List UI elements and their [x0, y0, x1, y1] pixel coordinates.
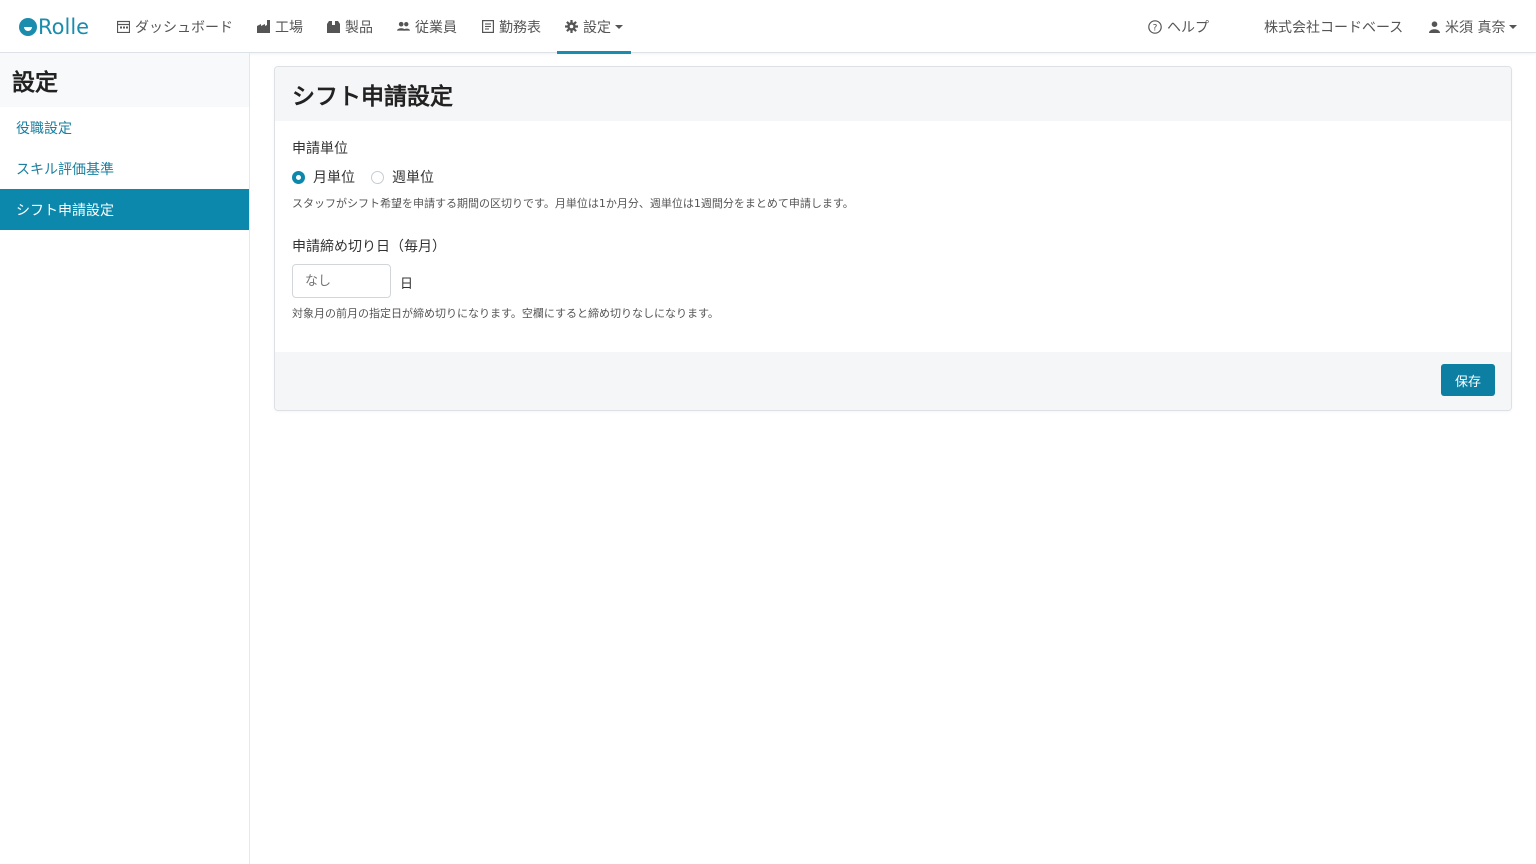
- sidebar-item-label: シフト申請設定: [16, 202, 114, 219]
- nav-dashboard[interactable]: ダッシュボード: [117, 0, 233, 53]
- help-label: ヘルプ: [1167, 19, 1209, 36]
- nav-schedule[interactable]: 勤務表: [481, 0, 541, 53]
- unit-help-text: スタッフがシフト希望を申請する期間の区切りです。月単位は1か月分、週単位は1週間…: [292, 197, 854, 210]
- sidebar-item-skill-criteria[interactable]: スキル評価基準: [0, 148, 249, 189]
- sidebar-item-label: スキル評価基準: [16, 161, 114, 178]
- nav-dashboard-label: ダッシュボード: [135, 19, 233, 36]
- nav-products[interactable]: 製品: [327, 0, 373, 53]
- document-icon: [481, 20, 494, 33]
- gear-icon: [565, 20, 578, 33]
- unit-label: 申請単位: [292, 141, 348, 157]
- user-menu[interactable]: 米須 真奈: [1428, 0, 1518, 53]
- nav-employees-label: 従業員: [415, 19, 457, 36]
- brand-logo[interactable]: Rolle: [19, 14, 89, 40]
- sidebar-title: 設定: [0, 53, 249, 107]
- nav-factory[interactable]: 工場: [257, 0, 303, 53]
- top-navbar: Rolle ダッシュボード 工場 製品 従業員 勤務表 設定 ? ヘルプ 株式会…: [0, 0, 1536, 54]
- radio-weekly-label[interactable]: 週単位: [392, 167, 434, 187]
- deadline-help-text: 対象月の前月の指定日が締め切りになります。空欄にすると締め切りなしになります。: [292, 307, 719, 320]
- settings-card: シフト申請設定 申請単位 月単位 週単位 スタッフがシフト希望を申請する期間の区…: [274, 66, 1512, 411]
- brand-name: Rolle: [38, 15, 90, 39]
- user-icon: [1428, 20, 1440, 33]
- calendar-icon: [117, 20, 130, 33]
- radio-monthly-label[interactable]: 月単位: [313, 167, 355, 187]
- help-link[interactable]: ? ヘルプ: [1148, 0, 1209, 53]
- sidebar-item-positions[interactable]: 役職設定: [0, 107, 249, 148]
- rolle-logo-icon: [19, 18, 37, 36]
- box-icon: [327, 20, 340, 33]
- deadline-input[interactable]: [292, 264, 391, 298]
- card-footer: 保存: [275, 352, 1511, 410]
- radio-weekly[interactable]: [371, 170, 384, 184]
- users-icon: [397, 20, 410, 33]
- question-circle-icon: ?: [1148, 19, 1162, 34]
- page-title: シフト申請設定: [275, 67, 1511, 121]
- unit-radio-group: 月単位 週単位: [292, 167, 450, 187]
- radio-monthly[interactable]: [292, 170, 305, 184]
- user-name: 米須 真奈: [1445, 19, 1506, 36]
- caret-down-icon: [615, 24, 623, 29]
- svg-text:?: ?: [1153, 23, 1158, 33]
- nav-schedule-label: 勤務表: [499, 19, 541, 36]
- nav-products-label: 製品: [345, 19, 373, 36]
- deadline-label: 申請締め切り日（毎月）: [292, 239, 446, 255]
- save-button[interactable]: 保存: [1441, 364, 1495, 396]
- caret-down-icon: [1509, 24, 1518, 29]
- sidebar-item-label: 役職設定: [16, 120, 72, 137]
- deadline-unit: 日: [400, 277, 414, 292]
- nav-factory-label: 工場: [275, 19, 303, 36]
- nav-settings-label: 設定: [583, 19, 611, 36]
- sidebar: 設定 役職設定 スキル評価基準 シフト申請設定: [0, 53, 250, 864]
- nav-employees[interactable]: 従業員: [397, 0, 457, 53]
- factory-icon: [257, 20, 270, 33]
- company-name: 株式会社コードベース: [1264, 19, 1404, 36]
- nav-settings[interactable]: 設定: [557, 0, 631, 54]
- card-body: 申請単位 月単位 週単位 スタッフがシフト希望を申請する期間の区切りです。月単位…: [275, 121, 1511, 353]
- sidebar-item-shift-request[interactable]: シフト申請設定: [0, 189, 249, 230]
